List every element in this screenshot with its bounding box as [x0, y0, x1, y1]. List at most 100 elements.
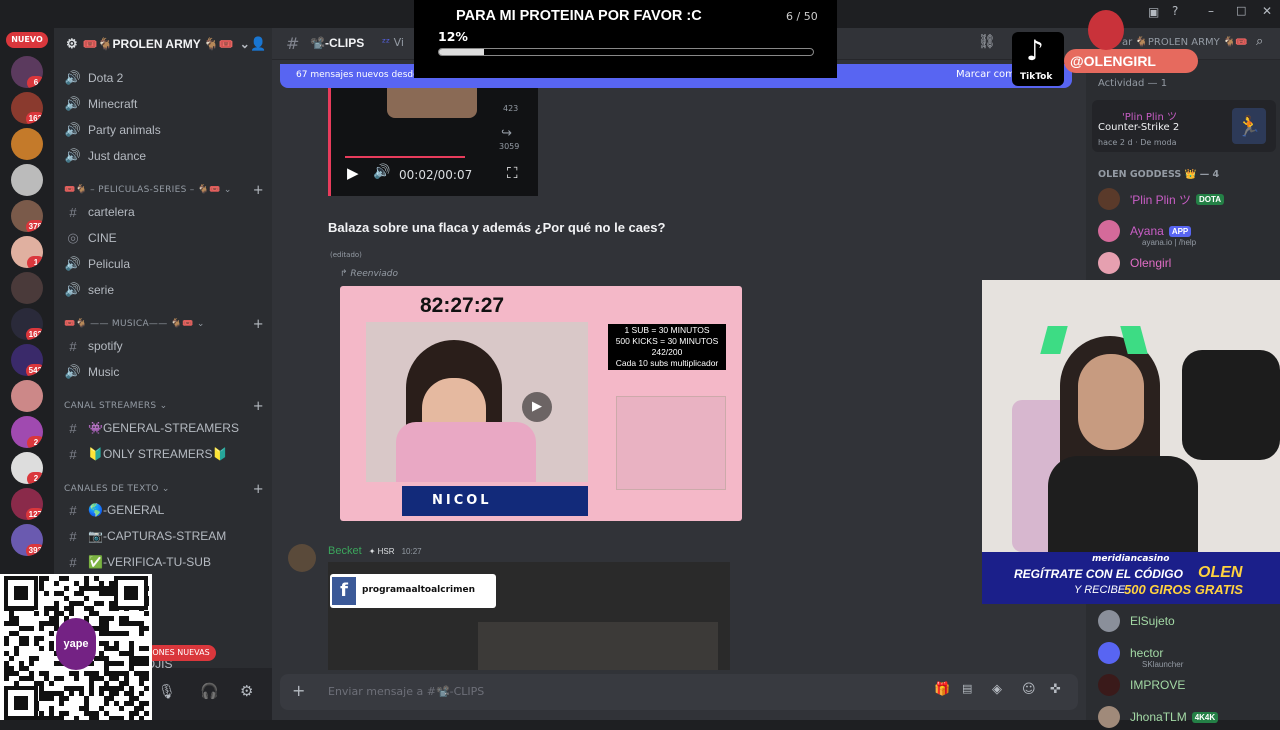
microphone-icon[interactable]: 🎙 [158, 684, 176, 700]
emoji-icon[interactable]: ☺ [1022, 682, 1036, 697]
member-item[interactable]: IMPROVE [1098, 672, 1274, 698]
category-header[interactable]: 🎟️🐐 —— MUSICA—— 🐐🎟️ ⌄ + [64, 316, 264, 332]
inbox-tray-icon[interactable]: ⌕ [1256, 34, 1263, 49]
new-badge[interactable]: NUEVO [6, 32, 48, 48]
server-icon[interactable]: 1 [11, 236, 43, 268]
server-icon[interactable]: 378 [11, 200, 43, 232]
add-attachment-icon[interactable]: + [292, 681, 305, 700]
channel-movie[interactable]: # cartelera [62, 200, 262, 224]
add-channel-icon[interactable]: + [253, 399, 264, 414]
forwarded-image[interactable]: 82:27:27 ▶ NICOL 1 SUB = 30 MINUTOS 500 K… [340, 286, 742, 521]
server-icon[interactable]: 2 [11, 452, 43, 484]
category-header[interactable]: CANAL STREAMERS ⌄ + [64, 398, 264, 414]
share-icon[interactable]: ↪ [501, 126, 512, 141]
activity-card[interactable]: 'Plin Plin ツ Counter-Strike 2 hace 2 d ·… [1092, 100, 1276, 152]
rules-box: 1 SUB = 30 MINUTOS 500 KICKS = 30 MINUTOS… [608, 324, 726, 370]
volume-icon[interactable]: 🔊 [373, 164, 390, 180]
channel-label: Music [88, 365, 120, 379]
channel-streamer[interactable]: # 🔰ONLY STREAMERS🔰 [62, 442, 262, 466]
server-icon[interactable]: 162 [11, 92, 43, 124]
activity-header: Actividad — 1 [1098, 78, 1168, 89]
mark-read-button[interactable]: Marcar com [956, 64, 1015, 86]
speaker-icon: 🔊 [64, 148, 82, 163]
mention-badge: 162 [25, 328, 43, 340]
channel-voice[interactable]: 🔊 Party animals [62, 118, 262, 142]
category-header[interactable]: CANALES DE TEXTO ⌄ + [64, 481, 264, 497]
add-channel-icon[interactable]: + [253, 482, 264, 497]
avatar [1098, 642, 1120, 664]
member-item[interactable]: Ayana APP ayana.io | /help [1098, 218, 1274, 247]
play-icon[interactable]: ▶ [347, 164, 359, 182]
avatar[interactable] [288, 544, 316, 572]
inbox-icon[interactable]: ▣ [1148, 5, 1159, 19]
gift-icon[interactable]: 🎁 [934, 682, 950, 697]
channel-label: Just dance [88, 149, 147, 163]
help-icon[interactable]: ? [1172, 4, 1178, 18]
server-icon[interactable]: 542 [11, 344, 43, 376]
video-thumbnail [387, 88, 477, 118]
server-icon[interactable]: 127 [11, 488, 43, 520]
server-icon[interactable]: 393 [11, 524, 43, 556]
message-header: Becket ✦ HSR 10:27 [328, 545, 422, 557]
channel-voice[interactable]: 🔊 Minecraft [62, 92, 262, 116]
headphones-icon[interactable]: 🎧 [200, 682, 219, 700]
category-header[interactable]: 🎟️🐐 – PELICULAS-SERIES – 🐐🎟️ ⌄ + [64, 182, 264, 198]
add-member-icon[interactable]: 👤 [250, 36, 266, 52]
guild-header[interactable]: ⚙ 🎟️🐐PROLEN ARMY 🐐🎟️ ⌄ 👤 [54, 28, 272, 60]
threads-icon[interactable]: ⛓ [978, 34, 996, 50]
member-item[interactable]: 'Plin Plin ツ DOTA [1098, 186, 1274, 212]
tiktok-handle: @OLENGIRL [1064, 49, 1198, 73]
channel-music[interactable]: 🔊 Music [62, 360, 262, 384]
hashtag-icon: # [69, 338, 77, 354]
server-icon[interactable]: 2 [11, 416, 43, 448]
author-name[interactable]: Becket [328, 545, 362, 557]
channel-text[interactable]: # ✅-VERIFICA-TU-SUB [62, 550, 262, 574]
member-item[interactable]: Olengirl [1098, 250, 1274, 276]
video-embed-2[interactable]: f programaaltoalcrimen [328, 562, 730, 670]
channel-movie[interactable]: 🔊 serie [62, 278, 262, 302]
settings-icon[interactable]: ⚙ [240, 682, 253, 700]
channel-voice[interactable]: 🔊 Dota 2 [62, 66, 262, 90]
channel-text[interactable]: # 🌎-GENERAL [62, 498, 262, 522]
server-icon[interactable]: 162 [11, 308, 43, 340]
new-mentions-pill[interactable]: ONES NUEVAS [146, 645, 216, 661]
gif-icon[interactable]: ▤ [962, 682, 972, 695]
channel-voice[interactable]: 🔊 Just dance [62, 144, 262, 168]
server-icon[interactable] [11, 380, 43, 412]
topic-text[interactable]: ᶻᶻ Vi [382, 36, 404, 49]
play-overlay-icon[interactable]: ▶ [522, 392, 552, 422]
sticker-icon[interactable]: ◈ [992, 682, 1002, 697]
channel-music[interactable]: # spotify [62, 334, 262, 358]
channel-label: Party animals [88, 123, 161, 137]
server-icon[interactable]: 6 [11, 56, 43, 88]
embed-banner: f programaaltoalcrimen [330, 574, 496, 608]
search-box[interactable]: ar 🐐PROLEN ARMY 🐐🎟️ [1122, 37, 1248, 48]
channel-movie[interactable]: ◎ CINE [62, 226, 262, 250]
avatar [1098, 188, 1120, 210]
video-embed: 423 ↪ 3059 ▶ 🔊 00:02/00:07 ⛶ [328, 88, 538, 196]
video-progress[interactable] [345, 156, 465, 158]
close-icon[interactable]: ✕ [1262, 4, 1272, 18]
casino-code: OLEN [1198, 564, 1243, 581]
channel-movie[interactable]: 🔊 Pelicula [62, 252, 262, 276]
yape-logo: yape [56, 618, 96, 670]
member-item[interactable]: JhonaTLM 4K4K [1098, 704, 1274, 730]
server-icon[interactable] [11, 272, 43, 304]
speaker-icon: 🔊 [64, 122, 82, 137]
message-input[interactable]: + Enviar mensaje a #📽️-CLIPS 🎁 ▤ ◈ ☺ ✜ [280, 674, 1078, 710]
member-item[interactable]: hector SKlauncher [1098, 640, 1274, 669]
fullscreen-icon[interactable]: ⛶ [507, 164, 518, 182]
add-channel-icon[interactable]: + [253, 183, 264, 198]
channel-text[interactable]: # 📷-CAPTURAS-STREAM [62, 524, 262, 548]
minimize-icon[interactable]: – [1208, 4, 1214, 18]
server-icon[interactable] [11, 164, 43, 196]
channel-streamer[interactable]: # 👾GENERAL-STREAMERS [62, 416, 262, 440]
server-icon[interactable] [11, 128, 43, 160]
member-item[interactable]: ElSujeto [1098, 608, 1274, 634]
nametag: NICOL [402, 486, 588, 516]
apps-icon[interactable]: ✜ [1050, 682, 1061, 697]
facebook-icon: f [332, 577, 356, 605]
maximize-icon[interactable]: □ [1236, 4, 1246, 17]
category-label: CANAL STREAMERS ⌄ [64, 401, 168, 411]
add-channel-icon[interactable]: + [253, 317, 264, 332]
